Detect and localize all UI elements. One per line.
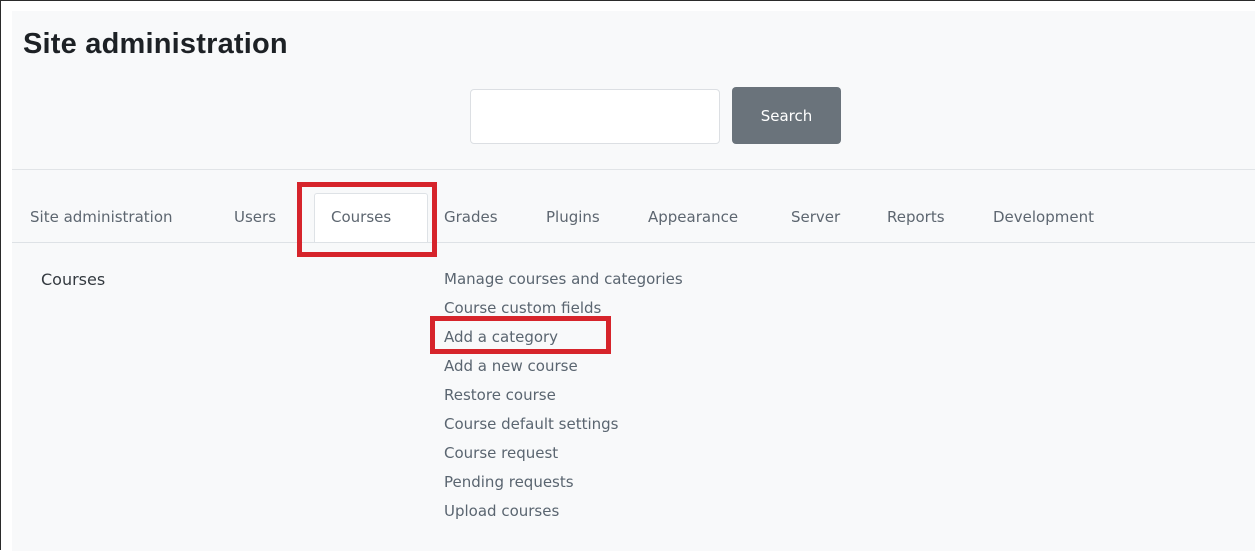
tab-appearance[interactable]: Appearance bbox=[648, 208, 738, 226]
search-button[interactable]: Search bbox=[732, 87, 841, 144]
tabs-bottom-border bbox=[12, 242, 1255, 243]
add-category-highlight bbox=[430, 316, 611, 354]
tab-reports[interactable]: Reports bbox=[887, 208, 945, 226]
courses-tab-highlight bbox=[297, 182, 437, 257]
search-input[interactable] bbox=[470, 89, 720, 144]
site-admin-panel: Site administration Search Site administ… bbox=[12, 11, 1255, 551]
divider bbox=[12, 169, 1255, 170]
link-add-a-new-course[interactable]: Add a new course bbox=[444, 352, 683, 381]
tab-users[interactable]: Users bbox=[234, 208, 276, 226]
screenshot-frame: Site administration Search Site administ… bbox=[0, 0, 1255, 551]
link-pending-requests[interactable]: Pending requests bbox=[444, 468, 683, 497]
link-restore-course[interactable]: Restore course bbox=[444, 381, 683, 410]
tab-development[interactable]: Development bbox=[993, 208, 1094, 226]
tab-site-administration[interactable]: Site administration bbox=[30, 208, 173, 226]
link-manage-courses-and-categories[interactable]: Manage courses and categories bbox=[444, 265, 683, 294]
page-title: Site administration bbox=[23, 28, 288, 60]
tab-grades[interactable]: Grades bbox=[444, 208, 498, 226]
link-course-default-settings[interactable]: Course default settings bbox=[444, 410, 683, 439]
courses-link-list: Manage courses and categories Course cus… bbox=[444, 265, 683, 526]
section-heading-courses: Courses bbox=[41, 270, 106, 289]
link-upload-courses[interactable]: Upload courses bbox=[444, 497, 683, 526]
link-course-request[interactable]: Course request bbox=[444, 439, 683, 468]
tab-server[interactable]: Server bbox=[791, 208, 840, 226]
tab-plugins[interactable]: Plugins bbox=[546, 208, 600, 226]
